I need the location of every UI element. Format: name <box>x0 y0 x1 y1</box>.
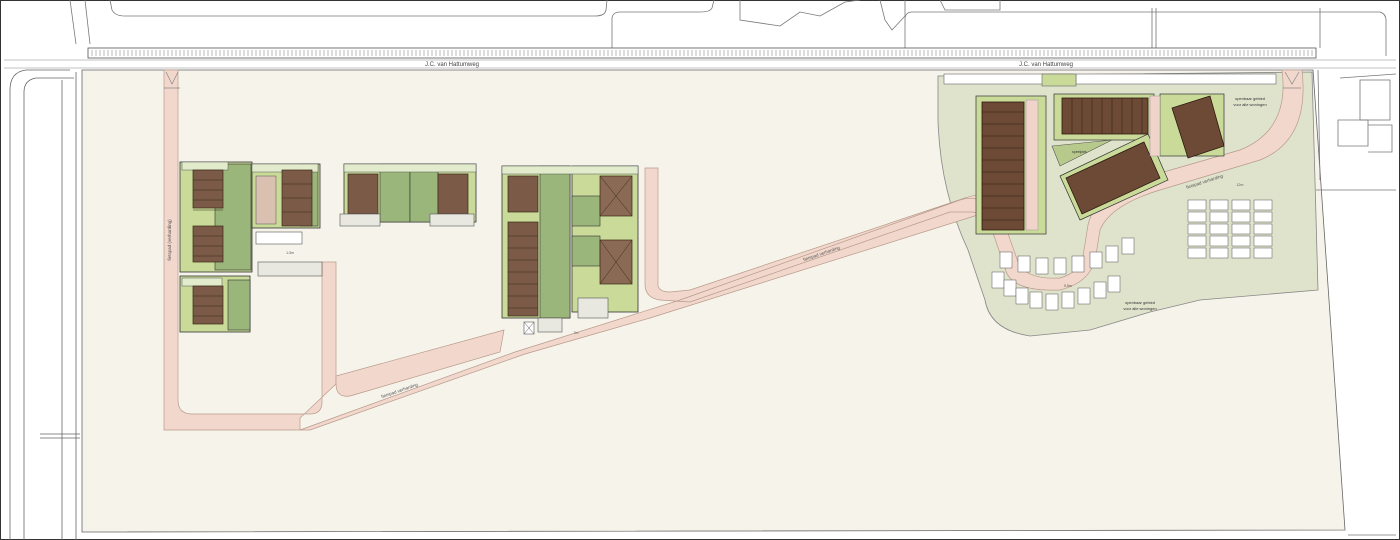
parking-label-c: 5,5m <box>1064 284 1072 288</box>
parking-bay <box>1231 223 1251 235</box>
housing-block-b <box>339 163 477 227</box>
parking-bay <box>1209 235 1229 247</box>
label-path-west: fietspad (verharding) <box>167 219 172 261</box>
parking-bay <box>1231 247 1251 259</box>
housing-block-c <box>501 165 639 335</box>
parking-bay <box>1253 199 1273 211</box>
parking-bay <box>1093 281 1107 299</box>
site-plan: J.C. van Hattumweg J.C. van Hattumweg fi… <box>0 0 1400 540</box>
parking-bay <box>1209 211 1229 223</box>
parking-bay <box>1107 275 1121 293</box>
parking-bay <box>1231 235 1251 247</box>
parking-label-a: 1:3m <box>286 251 294 255</box>
parking-bay <box>1253 223 1273 235</box>
note-open-green-south: openbaar gebied voor alle woningen <box>1123 300 1156 311</box>
parking-bay <box>1105 245 1119 263</box>
parking-bay <box>1231 199 1251 211</box>
parking-bay <box>1029 291 1043 309</box>
parking-bay <box>1053 257 1067 275</box>
parking-bay <box>1071 255 1085 273</box>
parking-label-b: 7m <box>574 331 579 335</box>
parking-bay <box>1187 211 1207 223</box>
road-label-left: J.C. van Hattumweg <box>425 62 479 68</box>
parking-bay <box>1253 247 1273 259</box>
parking-bay <box>1187 235 1207 247</box>
road-label-right: J.C. van Hattumweg <box>1019 62 1073 68</box>
parking-bay <box>1209 247 1229 259</box>
parking-bay <box>1187 223 1207 235</box>
parking-bay <box>999 251 1013 269</box>
parking-bay <box>1253 235 1273 247</box>
parking-bay <box>1209 223 1229 235</box>
parking-label-d: 12m <box>1237 183 1244 187</box>
parking-bay <box>1209 199 1229 211</box>
parking-bay <box>1045 293 1059 311</box>
parking-bay <box>1187 199 1207 211</box>
parking-bay <box>1231 211 1251 223</box>
parking-bay <box>1121 237 1135 255</box>
parking-bay <box>1035 257 1049 275</box>
parking-bay <box>1253 211 1273 223</box>
parking-bay <box>1187 247 1207 259</box>
parking-bay <box>1017 255 1031 273</box>
parking-bay <box>1089 251 1103 269</box>
parking-bay <box>1015 287 1029 305</box>
parking-bay <box>1003 279 1017 297</box>
note-open-green-north: openbaar gebied voor alle woningen <box>1233 96 1266 107</box>
parking-bay <box>991 271 1005 289</box>
label-speelplek: speelplek <box>1072 150 1087 154</box>
parking-bay <box>1077 287 1091 305</box>
parking-bay <box>1061 291 1075 309</box>
